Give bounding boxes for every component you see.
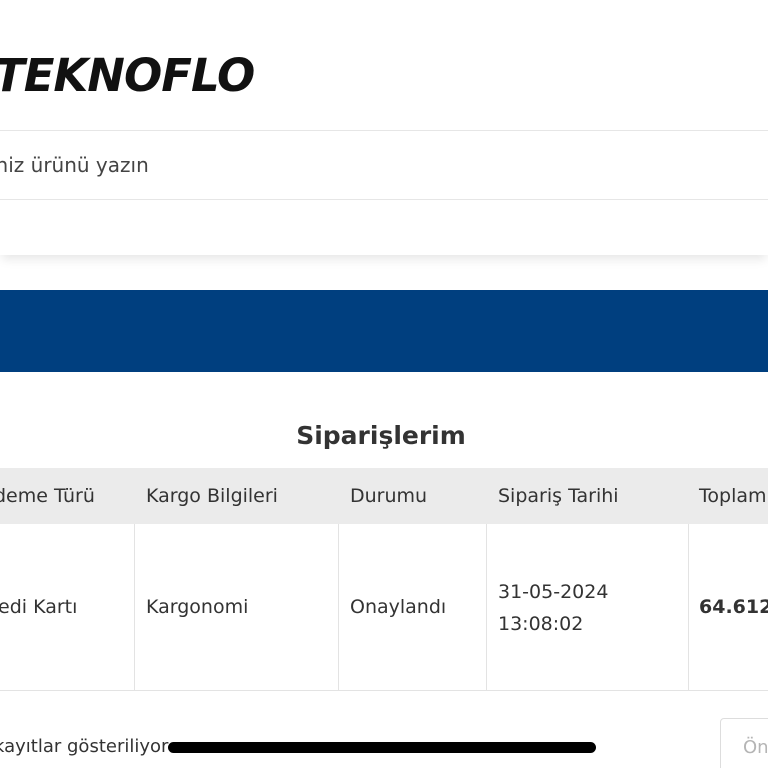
cell-total: 64.612 <box>699 596 768 618</box>
page-title: Siparişlerim <box>296 421 466 450</box>
home-indicator[interactable] <box>168 742 596 753</box>
cell-date: 31-05-2024 <box>498 581 609 603</box>
cell-payment-type: edi Kartı <box>0 596 78 618</box>
column-divider <box>486 524 487 690</box>
column-header-payment-type: deme Türü <box>0 485 95 507</box>
column-divider <box>134 524 135 690</box>
cell-cargo: Kargonomi <box>146 596 249 618</box>
page: TEKNOFLO Siparişlerim deme Türü Kargo Bi… <box>0 0 768 768</box>
column-header-date: Sipariş Tarihi <box>498 485 619 507</box>
column-divider <box>338 524 339 690</box>
column-header-status: Durumu <box>350 485 428 507</box>
cell-time: 13:08:02 <box>498 613 584 635</box>
column-header-total: Toplam <box>699 485 767 507</box>
column-header-cargo: Kargo Bilgileri <box>146 485 278 507</box>
orders-table: deme Türü Kargo Bilgileri Durumu Sipariş… <box>0 468 768 692</box>
page-banner <box>0 290 768 372</box>
previous-page-button[interactable]: Ön <box>720 718 768 768</box>
table-header: deme Türü Kargo Bilgileri Durumu Sipariş… <box>0 468 768 524</box>
header-subbar <box>0 201 768 255</box>
search-input[interactable] <box>0 131 768 199</box>
records-info: kayıtlar gösteriliyor <box>0 736 169 757</box>
table-row[interactable]: edi Kartı Kargonomi Onaylandı 31-05-2024… <box>0 524 768 691</box>
search-bar <box>0 130 768 200</box>
column-divider <box>688 524 689 690</box>
cell-status: Onaylandı <box>350 596 447 618</box>
cell-order-date: 31-05-2024 13:08:02 <box>498 576 608 640</box>
site-logo[interactable]: TEKNOFLO <box>0 50 255 102</box>
